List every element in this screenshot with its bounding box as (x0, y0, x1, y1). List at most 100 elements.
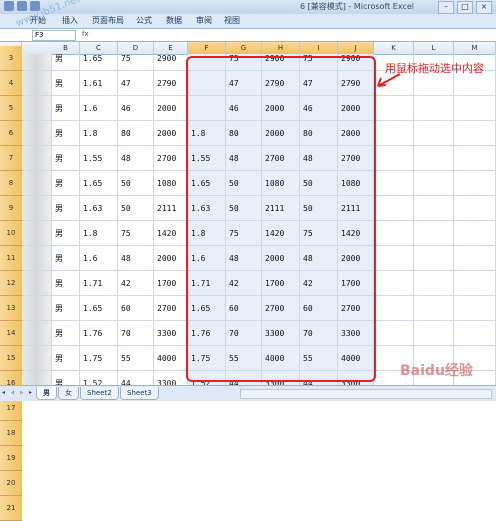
cell-g[interactable]: 75 (226, 54, 262, 71)
cell-j[interactable]: 2900 (338, 54, 374, 71)
cell-l[interactable] (414, 196, 454, 221)
cell-g[interactable]: 47 (226, 71, 262, 96)
cell-f[interactable]: 1.63 (188, 196, 226, 221)
cell-e[interactable]: 3300 (154, 321, 188, 346)
name-cell[interactable] (22, 346, 52, 371)
cell-l[interactable] (414, 221, 454, 246)
cell-j[interactable]: 1420 (338, 221, 374, 246)
cell-j[interactable]: 1700 (338, 271, 374, 296)
column-header-d[interactable]: D (118, 42, 154, 54)
cell-k[interactable] (374, 121, 414, 146)
cell-i[interactable]: 50 (300, 196, 338, 221)
row-header[interactable]: 7 (0, 146, 22, 171)
cell-f[interactable]: 1.75 (188, 346, 226, 371)
cell-d[interactable]: 50 (118, 171, 154, 196)
gender-cell[interactable]: 男 (52, 171, 80, 196)
cell-h[interactable]: 2111 (262, 196, 300, 221)
cell-d[interactable]: 50 (118, 196, 154, 221)
cell-h[interactable]: 2700 (262, 146, 300, 171)
gender-cell[interactable]: 男 (52, 296, 80, 321)
cell-c[interactable]: 1.76 (80, 321, 118, 346)
cell-i[interactable]: 70 (300, 321, 338, 346)
cell-i[interactable]: 42 (300, 271, 338, 296)
cell-d[interactable]: 75 (118, 221, 154, 246)
cell-j[interactable]: 2000 (338, 246, 374, 271)
gender-cell[interactable]: 男 (52, 146, 80, 171)
cell-g[interactable]: 44 (226, 371, 262, 385)
cell-k[interactable] (374, 296, 414, 321)
name-cell[interactable] (22, 96, 52, 121)
tab-review[interactable]: 审阅 (196, 15, 212, 26)
cell-j[interactable]: 2700 (338, 146, 374, 171)
column-header-m[interactable]: M (454, 42, 496, 54)
cell-m[interactable] (454, 196, 496, 221)
next-sheet-icon[interactable]: ▹ (20, 389, 27, 397)
cell-c[interactable]: 1.6 (80, 96, 118, 121)
cell-e[interactable]: 4000 (154, 346, 188, 371)
cell-e[interactable]: 2000 (154, 121, 188, 146)
cell-d[interactable]: 42 (118, 271, 154, 296)
name-cell[interactable] (22, 246, 52, 271)
name-cell[interactable] (22, 321, 52, 346)
gender-cell[interactable]: 男 (52, 346, 80, 371)
column-header-f[interactable]: F (188, 42, 226, 54)
cell-g[interactable]: 60 (226, 296, 262, 321)
cell-m[interactable] (454, 146, 496, 171)
cell-c[interactable]: 1.75 (80, 346, 118, 371)
cell-d[interactable]: 48 (118, 246, 154, 271)
cell-l[interactable] (414, 171, 454, 196)
cell-i[interactable]: 48 (300, 146, 338, 171)
cell-c[interactable]: 1.55 (80, 146, 118, 171)
column-header-j[interactable]: J (338, 42, 374, 54)
cell-d[interactable]: 70 (118, 321, 154, 346)
name-cell[interactable] (22, 371, 52, 385)
close-icon[interactable]: × (476, 1, 492, 14)
cell-m[interactable] (454, 96, 496, 121)
cell-f[interactable]: 1.76 (188, 321, 226, 346)
cell-l[interactable] (414, 296, 454, 321)
cell-i[interactable]: 55 (300, 346, 338, 371)
name-cell[interactable] (22, 146, 52, 171)
tab-insert[interactable]: 插入 (62, 15, 78, 26)
cell-m[interactable] (454, 321, 496, 346)
name-cell[interactable] (22, 121, 52, 146)
last-sheet-icon[interactable]: ▸ (29, 389, 36, 397)
worksheet-grid[interactable]: 男 1.65 75 2900 75 2900 75 2900 男 1.61 47 2790 47 2790… (22, 54, 496, 385)
cell-j[interactable]: 2000 (338, 121, 374, 146)
row-header[interactable]: 8 (0, 171, 22, 196)
cell-k[interactable] (374, 246, 414, 271)
cell-d[interactable]: 60 (118, 296, 154, 321)
cell-h[interactable]: 2790 (262, 71, 300, 96)
cell-e[interactable]: 1420 (154, 221, 188, 246)
cell-j[interactable]: 3300 (338, 371, 374, 385)
column-header-k[interactable]: K (374, 42, 414, 54)
cell-d[interactable]: 46 (118, 96, 154, 121)
sheet-tab-female[interactable]: 女 (58, 387, 79, 400)
row-header[interactable]: 18 (0, 421, 22, 446)
cell-k[interactable] (374, 271, 414, 296)
cell-e[interactable]: 2111 (154, 196, 188, 221)
cell-d[interactable]: 55 (118, 346, 154, 371)
cell-e[interactable]: 2900 (154, 54, 188, 71)
name-cell[interactable] (22, 171, 52, 196)
sheet-tab-male[interactable]: 男 (36, 387, 57, 400)
cell-c[interactable]: 1.65 (80, 54, 118, 71)
gender-cell[interactable]: 男 (52, 271, 80, 296)
row-header[interactable]: 3 (0, 46, 22, 71)
tab-page-layout[interactable]: 页面布局 (92, 15, 124, 26)
cell-h[interactable]: 1080 (262, 171, 300, 196)
tab-formulas[interactable]: 公式 (136, 15, 152, 26)
cell-c[interactable]: 1.52 (80, 371, 118, 385)
cell-f[interactable]: 1.52 (188, 371, 226, 385)
cell-e[interactable]: 1700 (154, 271, 188, 296)
tab-data[interactable]: 数据 (166, 15, 182, 26)
first-sheet-icon[interactable]: ◂ (2, 389, 9, 397)
fx-icon[interactable]: fx (82, 30, 89, 38)
cell-h[interactable]: 1700 (262, 271, 300, 296)
name-cell[interactable] (22, 271, 52, 296)
sheet-tab-sheet2[interactable]: Sheet2 (80, 387, 119, 400)
cell-h[interactable]: 2000 (262, 246, 300, 271)
cell-j[interactable]: 1080 (338, 171, 374, 196)
column-header-e[interactable]: E (154, 42, 188, 54)
cell-l[interactable] (414, 321, 454, 346)
